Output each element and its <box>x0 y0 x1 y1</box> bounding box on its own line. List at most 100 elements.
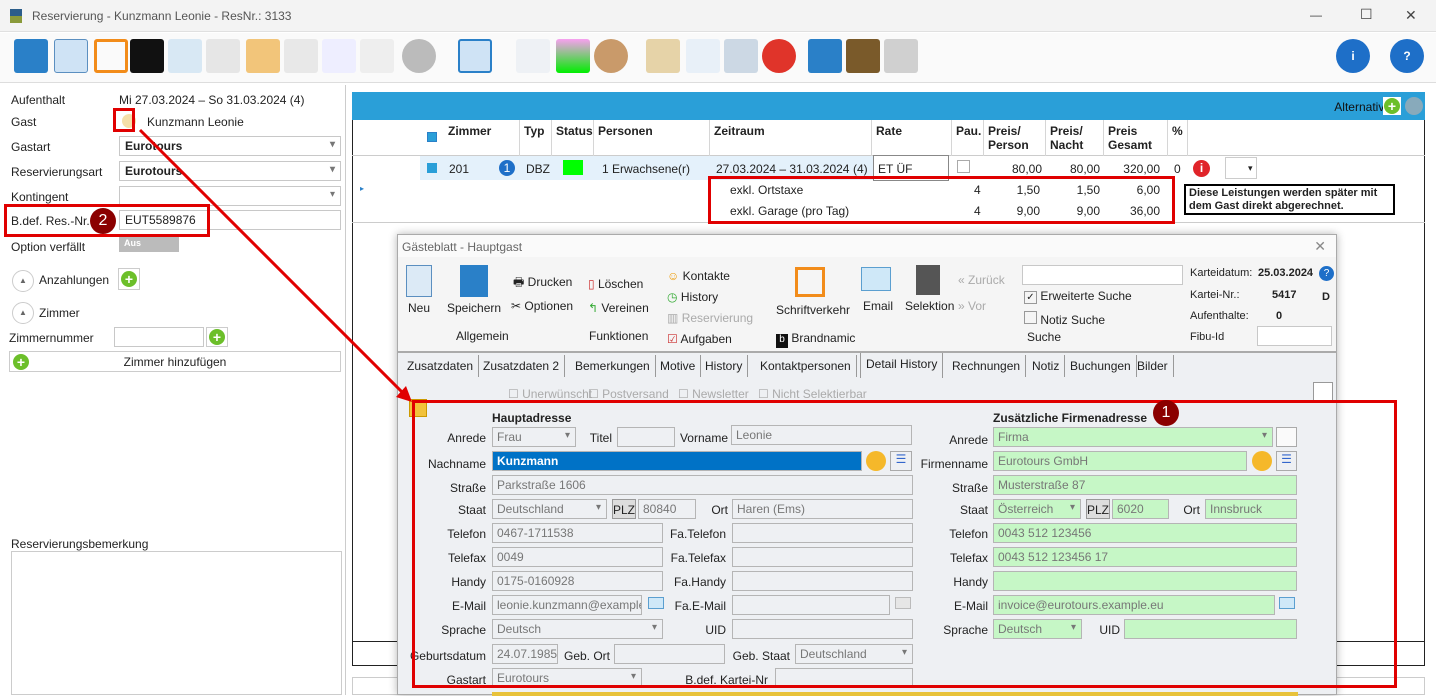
col-preis-person[interactable]: Preis/ Person <box>984 120 1046 156</box>
row-checkbox[interactable] <box>427 163 437 173</box>
speichern-button[interactable]: Speichern <box>447 301 501 315</box>
row-dropdown[interactable]: ▾ <box>1225 157 1257 179</box>
col-zeitraum[interactable]: Zeitraum <box>710 120 872 156</box>
nicht-selektierbar-checkbox[interactable]: ☐ Nicht Selektierbar <box>758 387 867 401</box>
kontingent-select[interactable] <box>119 186 341 206</box>
gears-icon[interactable] <box>402 39 436 73</box>
save-icon[interactable] <box>14 39 48 73</box>
unerwuenscht-checkbox[interactable]: ☐ Unerwünscht <box>508 387 592 401</box>
col-preis-nacht[interactable]: Preis/ Nacht <box>1046 120 1104 156</box>
checkin-door-icon[interactable] <box>846 39 880 73</box>
cell-pau-checkbox[interactable] <box>957 160 970 173</box>
guest-card-icon[interactable] <box>206 39 240 73</box>
col-personen[interactable]: Personen <box>594 120 710 156</box>
erweiterte-suche-checkbox[interactable]: ✓ Erweiterte Suche <box>1024 289 1132 304</box>
checklist-edit-icon[interactable] <box>360 39 394 73</box>
maximize-button[interactable]: ☐ <box>1360 6 1373 23</box>
vereinen-button[interactable]: ↰ Vereinen <box>588 301 649 315</box>
zimmernummer-input[interactable] <box>114 327 204 347</box>
selektion-button[interactable]: Selektion <box>905 299 954 313</box>
remove-alternative-button[interactable] <box>1405 97 1423 115</box>
book-icon[interactable] <box>646 39 680 73</box>
email-icon[interactable] <box>861 267 891 291</box>
kontakte-button[interactable]: ☺ Kontakte <box>667 269 730 283</box>
tab-zusatzdaten[interactable]: Zusatzdaten <box>402 355 480 377</box>
tab-buchungen[interactable]: Buchungen <box>1065 355 1137 377</box>
new-page-icon[interactable] <box>1313 382 1333 402</box>
close-button[interactable]: ✕ <box>1405 7 1417 24</box>
cancel-icon[interactable] <box>762 39 796 73</box>
help-icon[interactable]: ? <box>1390 39 1424 73</box>
col-prozent[interactable]: % <box>1168 120 1188 156</box>
notiz-suche-checkbox[interactable]: Notiz Suche <box>1024 311 1105 327</box>
tab-history[interactable]: History <box>700 355 749 377</box>
bed-icon[interactable] <box>516 39 550 73</box>
mail-guest-icon[interactable] <box>168 39 202 73</box>
brandnamic-icon[interactable] <box>130 39 164 73</box>
tab-notiz[interactable]: Notiz <box>1027 355 1066 377</box>
col-preis-gesamt[interactable]: Preis Gesamt <box>1104 120 1168 156</box>
optionen-button[interactable]: ✂ Optionen <box>511 299 573 313</box>
option-toggle[interactable]: Aus <box>119 236 179 252</box>
neu-button[interactable]: Neu <box>408 301 430 315</box>
reservierungsart-select[interactable]: Eurotours <box>119 161 341 181</box>
brandnamic-button[interactable]: b Brandnamic <box>776 331 855 348</box>
suche-input[interactable] <box>1022 265 1183 285</box>
info-icon[interactable]: i <box>1336 39 1370 73</box>
row-expander-icon[interactable]: ▸ <box>360 184 364 193</box>
checkout-door-icon[interactable] <box>884 39 918 73</box>
postversand-checkbox[interactable]: ☐ Postversand <box>588 387 669 401</box>
book-blue-icon[interactable] <box>808 39 842 73</box>
save-icon[interactable] <box>460 265 488 297</box>
history-button[interactable]: ◷ History <box>667 290 718 304</box>
zimmer-hinzufuegen-button[interactable]: + Zimmer hinzufügen <box>9 351 341 372</box>
col-zimmer[interactable]: Zimmer <box>444 120 520 156</box>
col-rate[interactable]: Rate <box>872 120 952 156</box>
bemerkung-textarea[interactable] <box>11 551 342 695</box>
fibu-input[interactable] <box>1257 326 1332 346</box>
add-zimmernummer-button[interactable]: + <box>206 327 228 347</box>
minimize-button[interactable]: — <box>1310 8 1322 22</box>
schriftverkehr-icon[interactable] <box>795 267 825 297</box>
copy-icon[interactable] <box>54 39 88 73</box>
drucken-button[interactable]: 🖶 Drucken <box>513 273 572 294</box>
new-document-icon[interactable] <box>686 39 720 73</box>
gastart-select[interactable]: Eurotours <box>119 136 341 156</box>
schriftverkehr-button[interactable]: Schriftverkehr <box>776 303 850 317</box>
col-status[interactable]: Status <box>552 120 594 156</box>
collapse-zimmer-icon[interactable]: ▲ <box>12 302 34 324</box>
tab-bilder[interactable]: Bilder <box>1132 355 1174 377</box>
new-icon[interactable] <box>406 265 432 297</box>
add-anzahlung-button[interactable]: + <box>118 268 140 290</box>
aufgaben-button[interactable]: ☑ Aufgaben <box>667 332 732 346</box>
tab-bemerkungen[interactable]: Bemerkungen <box>570 355 656 377</box>
cell-zimmer: 201 <box>449 162 470 176</box>
tab-kontaktpersonen[interactable]: Kontaktpersonen <box>755 355 857 377</box>
loeschen-button[interactable]: ▯ Löschen <box>588 277 643 291</box>
calendar-add-icon[interactable] <box>246 39 280 73</box>
tab-zusatzdaten-2[interactable]: Zusatzdaten 2 <box>478 355 566 377</box>
col-pau[interactable]: Pau. <box>952 120 984 156</box>
newsletter-checkbox[interactable]: ☐ Newsletter <box>678 387 749 401</box>
basket-icon[interactable] <box>724 39 758 73</box>
binoculars-icon[interactable] <box>916 265 940 295</box>
tab-motive[interactable]: Motive <box>655 355 702 377</box>
add-alternative-button[interactable]: + <box>1383 97 1401 115</box>
office-icon[interactable] <box>94 39 128 73</box>
select-all-checkbox[interactable] <box>427 132 437 142</box>
info-red-icon[interactable]: i <box>1193 160 1210 177</box>
tab-rechnungen[interactable]: Rechnungen <box>947 355 1027 377</box>
excel-icon[interactable] <box>284 39 318 73</box>
collapse-anzahlungen-icon[interactable]: ▲ <box>12 270 34 292</box>
col-typ[interactable]: Typ <box>520 120 552 156</box>
tab-detail-history[interactable]: Detail History <box>860 353 944 378</box>
document-check-icon[interactable] <box>322 39 356 73</box>
add-guests-icon[interactable] <box>594 39 628 73</box>
room-move-icon[interactable] <box>556 39 590 73</box>
email-button[interactable]: Email <box>863 299 893 313</box>
columns-icon[interactable] <box>458 39 492 73</box>
tools-icon: ✂ <box>511 299 522 313</box>
dialog-close-button[interactable]: ✕ <box>1314 238 1326 255</box>
checkbox-icon <box>1024 311 1037 324</box>
help-icon[interactable]: ? <box>1319 266 1334 281</box>
